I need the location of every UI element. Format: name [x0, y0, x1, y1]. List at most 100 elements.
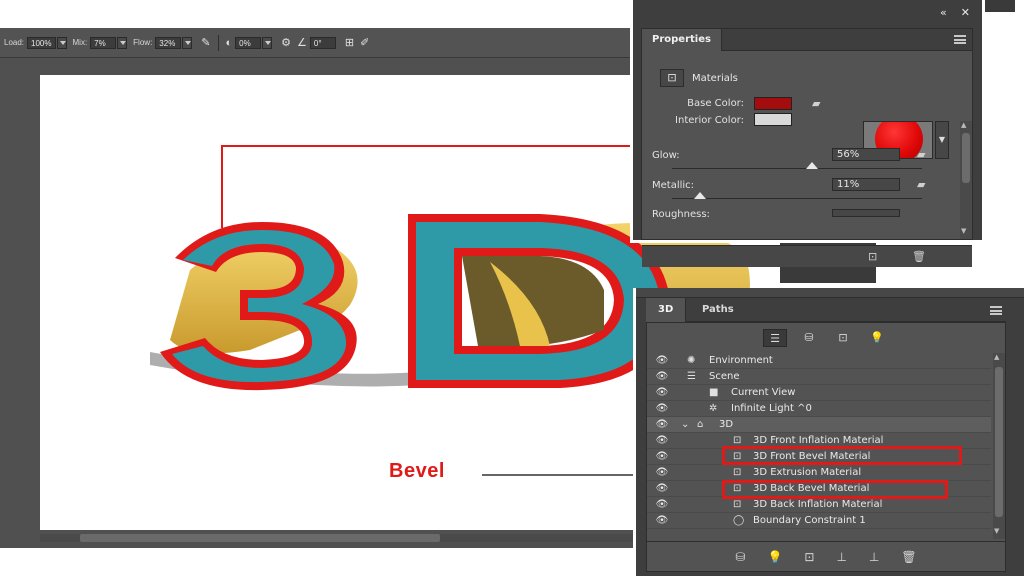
eye-icon[interactable]: 👁 — [651, 417, 673, 433]
panel-3d: 3D Paths ☰ ⛁ ⊡ 💡 👁 ✺ Environment 👁 ☰ Sce… — [633, 288, 1024, 576]
filter-row: ☰ ⛁ ⊡ 💡 — [647, 323, 1005, 353]
gear-icon[interactable]: ⚙ — [281, 36, 291, 49]
camera-icon: ■ — [709, 386, 719, 398]
add-mesh-icon[interactable]: ⛁ — [735, 550, 745, 564]
layer-row-infinite-light[interactable]: 👁 ✲ Infinite Light ^0 — [647, 401, 991, 417]
properties-footer: ⊡ 🗑 — [642, 245, 972, 267]
airbrush-icon[interactable]: ✎ — [201, 36, 210, 49]
layer-name: Environment — [709, 354, 773, 366]
mix-label: Mix: — [72, 38, 88, 47]
window-controls: « ✕ — [940, 6, 970, 19]
load-input[interactable]: 100% — [27, 36, 56, 49]
collapse-icon[interactable]: « — [940, 6, 947, 19]
filter-lights-icon[interactable]: 💡 — [865, 329, 889, 347]
eye-icon[interactable]: 👁 — [651, 481, 673, 497]
layer-row-back-inflation[interactable]: 👁 ⊡ 3D Back Inflation Material — [647, 497, 991, 513]
layer-list-scrollbar[interactable]: ▲ ▼ — [993, 353, 1005, 539]
flow-input[interactable]: 32% — [155, 36, 182, 49]
layer-list-scroll-thumb[interactable] — [995, 367, 1003, 517]
layer-name: Scene — [709, 370, 740, 382]
separator — [217, 34, 219, 51]
document-canvas[interactable] — [40, 75, 635, 530]
flow-dropdown-icon[interactable] — [182, 36, 193, 49]
eye-icon[interactable]: 👁 — [651, 369, 673, 385]
material-icon: ⊡ — [733, 466, 742, 478]
tab-properties[interactable]: Properties — [642, 29, 722, 51]
eye-icon[interactable]: 👁 — [651, 433, 673, 449]
eye-icon[interactable]: 👁 — [651, 465, 673, 481]
glow-slider-track[interactable] — [672, 168, 922, 169]
eye-icon[interactable]: 👁 — [651, 385, 673, 401]
split-extrusion-icon[interactable]: ⊥ — [869, 550, 879, 564]
filter-materials-icon[interactable]: ⊡ — [831, 329, 855, 347]
material-icon: ⊡ — [660, 69, 684, 87]
smoothing-input[interactable]: 0° — [309, 36, 336, 49]
properties-body: Properties ⊡ Materials Base Color: ▰ Int… — [641, 28, 973, 267]
flow-label: Flow: — [133, 38, 153, 47]
glow-folder-icon[interactable]: ▰ — [917, 148, 925, 161]
eye-icon[interactable]: 👁 — [651, 497, 673, 513]
glow-slider-handle[interactable] — [806, 162, 818, 169]
properties-scrollbar[interactable]: ▲ ▼ — [960, 121, 972, 239]
drop-to-plane-icon[interactable]: ⊥ — [836, 550, 846, 564]
trash-icon[interactable]: 🗑 — [912, 250, 926, 263]
metallic-folder-icon[interactable]: ▰ — [917, 178, 925, 191]
layer-row-environment[interactable]: 👁 ✺ Environment — [647, 353, 991, 369]
metallic-slider-handle[interactable] — [693, 192, 706, 199]
layer-row-scene[interactable]: 👁 ☰ Scene — [647, 369, 991, 385]
load-label: Load: — [4, 38, 25, 47]
tab-paths[interactable]: Paths — [690, 298, 746, 322]
eye-icon[interactable]: 👁 — [651, 513, 673, 529]
panel-3d-menu-icon[interactable] — [990, 306, 1002, 315]
metallic-value[interactable]: 11% — [832, 178, 900, 191]
render-icon[interactable]: ⊡ — [868, 250, 877, 263]
horizontal-scroll-thumb[interactable] — [80, 534, 440, 542]
render-icon[interactable]: ⊡ — [804, 550, 814, 564]
chevron-down-icon[interactable]: ⌄ — [681, 417, 689, 433]
scroll-up-icon[interactable]: ▲ — [994, 353, 999, 361]
metallic-slider-track[interactable] — [672, 198, 922, 199]
close-icon[interactable]: ✕ — [961, 6, 970, 19]
mix-input[interactable]: 7% — [90, 36, 117, 49]
angle-tool-icon[interactable]: ∠ — [297, 36, 307, 49]
panel-menu-icon[interactable] — [954, 35, 966, 44]
layer-name: 3D — [719, 418, 734, 430]
layer-row-boundary-constraint[interactable]: 👁 ◯ Boundary Constraint 1 — [647, 513, 991, 529]
panel-3d-tabbar: 3D Paths — [646, 298, 1006, 322]
angle-dropdown-icon[interactable] — [262, 36, 273, 49]
angle-group: 0% — [235, 36, 273, 49]
horizontal-scrollbar[interactable] — [40, 534, 635, 542]
angle-input[interactable]: 0% — [235, 36, 262, 49]
base-color-swatch[interactable] — [754, 97, 792, 110]
layer-name: Infinite Light ^0 — [731, 402, 812, 414]
properties-scroll-thumb[interactable] — [962, 133, 970, 183]
preview-dropdown-icon[interactable]: ▼ — [935, 121, 949, 159]
filter-whole-scene-icon[interactable]: ☰ — [763, 329, 787, 347]
screenshot-root: Load: 100% Mix: 7% Flow: 32% ✎ ◐ 0% ⚙ ∠ … — [0, 0, 1024, 576]
base-color-folder-icon[interactable]: ▰ — [812, 97, 820, 110]
pen-pressure-icon[interactable]: ✐ — [360, 36, 369, 49]
eye-icon[interactable]: 👁 — [651, 353, 673, 369]
roughness-value[interactable] — [832, 209, 900, 217]
angle-icon[interactable]: ◐ — [226, 37, 233, 49]
mix-group: Mix: 7% — [72, 36, 128, 49]
filter-meshes-icon[interactable]: ⛁ — [797, 329, 821, 347]
interior-color-swatch[interactable] — [754, 113, 792, 126]
scroll-down-icon[interactable]: ▼ — [961, 227, 966, 235]
layer-row-3d-mesh[interactable]: 👁 ⌄ ⌂ 3D — [647, 417, 991, 433]
tab-3d[interactable]: 3D — [646, 298, 687, 322]
pressure-icon[interactable]: ⊞ — [345, 36, 354, 49]
scroll-down-icon[interactable]: ▼ — [994, 527, 999, 535]
add-light-icon[interactable]: 💡 — [767, 550, 782, 564]
layer-row-current-view[interactable]: 👁 ■ Current View — [647, 385, 991, 401]
panel-3d-footer: ⛁ 💡 ⊡ ⊥ ⊥ 🗑 — [647, 541, 1005, 571]
eye-icon[interactable]: 👁 — [651, 449, 673, 465]
eye-icon[interactable]: 👁 — [651, 401, 673, 417]
scroll-up-icon[interactable]: ▲ — [961, 121, 966, 129]
trash-icon[interactable]: 🗑 — [901, 550, 916, 564]
glow-value[interactable]: 56% — [832, 148, 900, 161]
mix-dropdown-icon[interactable] — [117, 36, 128, 49]
layer-row-extrusion[interactable]: 👁 ⊡ 3D Extrusion Material — [647, 465, 991, 481]
highlight-front-bevel — [722, 446, 962, 465]
load-dropdown-icon[interactable] — [56, 36, 67, 49]
